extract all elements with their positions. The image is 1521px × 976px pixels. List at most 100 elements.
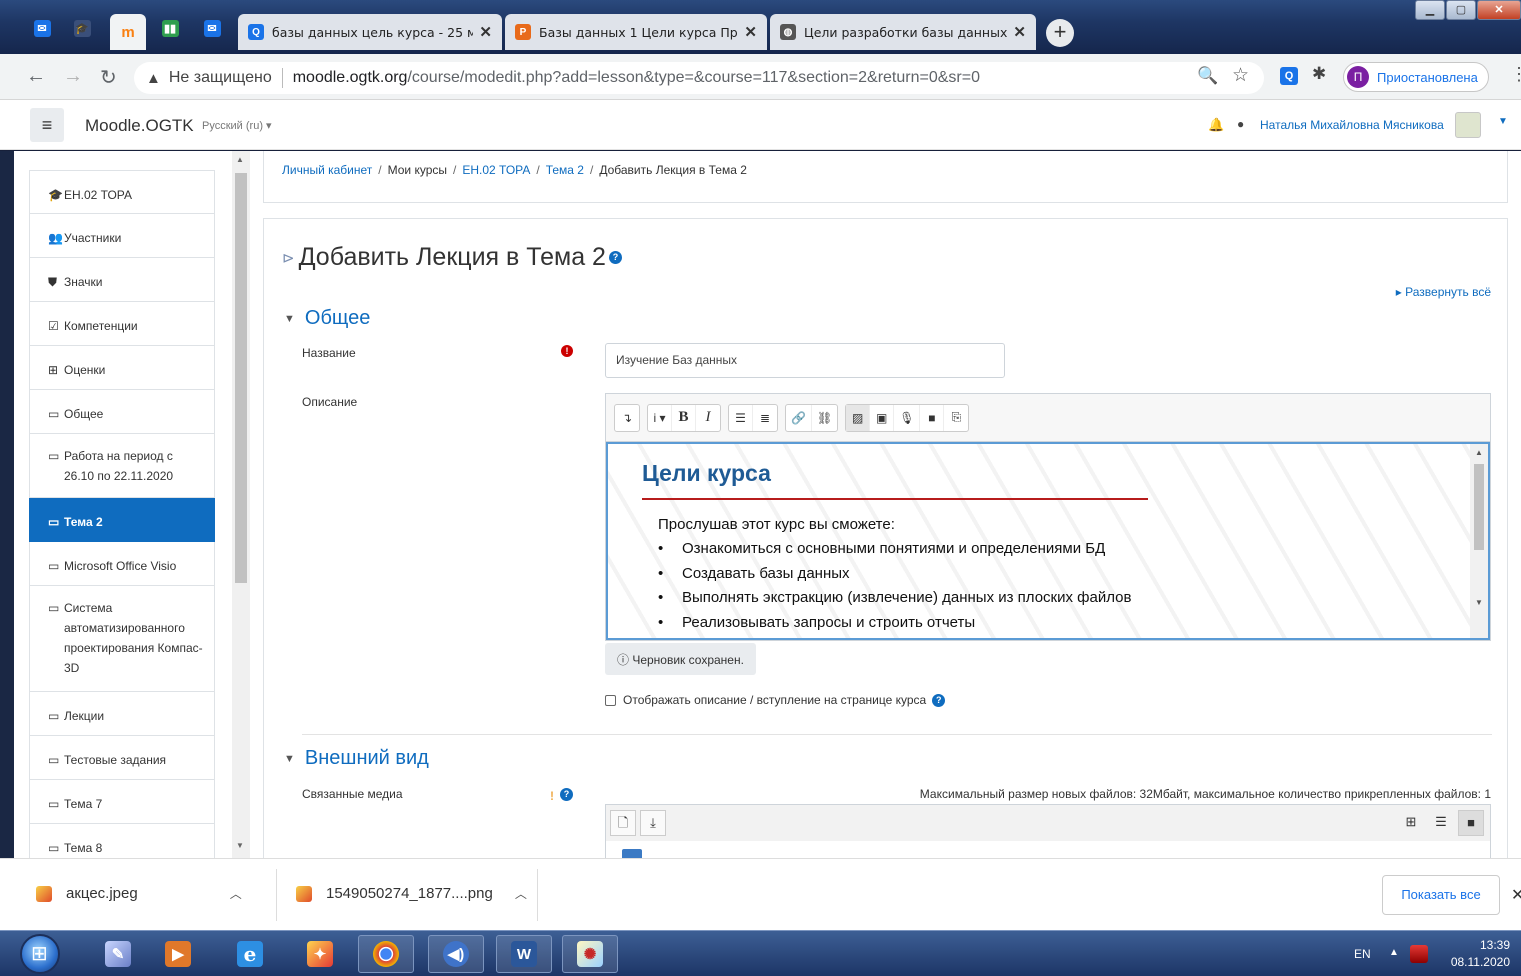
italic-icon[interactable]: I <box>696 405 720 431</box>
sidebar-item[interactable]: ☑ Компетенции <box>29 302 215 346</box>
hamburger-menu-icon[interactable]: ≡ <box>30 108 64 142</box>
sidebar-item[interactable]: 👥 Участники <box>29 214 215 258</box>
sidebar-item[interactable]: ▭ Работа на период с 26.10 по 22.11.2020 <box>29 434 215 498</box>
pinned-tab-graduation[interactable]: 🎓 <box>64 14 100 42</box>
sidebar-item[interactable]: 🎓 ЕН.02 ТОРА <box>29 170 215 214</box>
tab-slides[interactable]: P Базы данных 1 Цели курса Про ✕ <box>505 14 767 50</box>
sidebar-item[interactable]: ⛊ Значки <box>29 258 215 302</box>
sidebar-item[interactable]: ▭ Общее <box>29 390 215 434</box>
sidebar-scrollbar[interactable]: ▲ ▼ <box>232 151 250 858</box>
show-description-checkbox[interactable]: Отображать описание / вступление на стра… <box>605 693 946 707</box>
add-file-icon[interactable]: 🗋 <box>610 810 636 836</box>
sidebar-item[interactable]: ▭ Лекции <box>29 692 215 736</box>
language-indicator[interactable]: EN <box>1354 947 1371 961</box>
expand-all-link[interactable]: ▸ Развернуть всё <box>1396 285 1491 299</box>
user-avatar[interactable] <box>1455 112 1481 138</box>
chat-icon[interactable]: ● <box>1237 117 1244 131</box>
taskbar-app-ie[interactable]: e <box>222 935 278 973</box>
tray-app-icon[interactable] <box>1410 945 1428 963</box>
manage-files-icon[interactable]: ⎘ <box>944 405 968 431</box>
site-name[interactable]: Moodle.OGTK <box>85 116 194 136</box>
user-name[interactable]: Наталья Михайловна Мясникова <box>1260 118 1444 132</box>
forward-arrow-icon[interactable]: → <box>63 65 83 88</box>
taskbar-app-paint-brush[interactable]: ✦ <box>292 935 348 973</box>
bookmark-star-icon[interactable]: ☆ <box>1232 64 1249 87</box>
taskbar-app-word[interactable]: W <box>496 935 552 973</box>
chevron-up-icon[interactable]: ︿ <box>230 885 242 902</box>
taskbar-app-tools[interactable]: ✎ <box>90 935 146 973</box>
taskbar-app-paint[interactable]: ✺ <box>562 935 618 973</box>
sidebar-item[interactable]: ▭ Система автоматизированного проектирова… <box>29 586 215 692</box>
start-button[interactable] <box>20 934 60 974</box>
pinned-tab-boards[interactable]: ▮▮ <box>152 14 188 42</box>
breadcrumb-section[interactable]: Тема 2 <box>546 163 584 177</box>
minimize-button[interactable]: ▁ <box>1415 0 1445 20</box>
microphone-icon[interactable]: 🎙 <box>894 404 921 431</box>
grid-view-icon[interactable]: ⊞ <box>1398 810 1424 836</box>
bell-icon[interactable]: 🔔 <box>1208 117 1224 133</box>
sidebar-item[interactable]: ▭ Тестовые задания <box>29 736 215 780</box>
name-input[interactable]: Изучение Баз данных <box>605 343 1005 378</box>
tree-view-icon[interactable]: ■ <box>1458 810 1484 836</box>
window-close-button[interactable]: ✕ <box>1477 0 1521 20</box>
sidebar-item[interactable]: ▭ Microsoft Office Visio <box>29 542 215 586</box>
paragraph-style-icon[interactable]: i ▾ <box>648 404 672 431</box>
tab-article[interactable]: ◍ Цели разработки базы данных . ✕ <box>770 14 1036 50</box>
new-tab-button[interactable]: + <box>1046 19 1074 47</box>
unlink-icon[interactable]: ⛓ <box>812 405 837 431</box>
pinned-tab-moodle[interactable]: m <box>110 14 146 50</box>
help-icon[interactable]: ? <box>560 788 573 801</box>
tray-expand-icon[interactable]: ▲ <box>1389 947 1399 958</box>
zoom-icon[interactable]: 🔍 <box>1197 66 1218 86</box>
help-icon[interactable]: ? <box>932 693 946 707</box>
show-all-downloads-button[interactable]: Показать все <box>1382 875 1500 915</box>
video-camera-icon[interactable]: ■ <box>920 404 945 431</box>
maximize-button[interactable]: ▢ <box>1446 0 1476 20</box>
download-item[interactable]: 1549050274_1877....png ︿ <box>296 885 527 902</box>
close-icon[interactable]: ✕ <box>744 23 757 41</box>
scroll-down-icon[interactable]: ▼ <box>1475 598 1483 607</box>
address-bar[interactable]: ▲ Не защищено moodle.ogtk.org /course/mo… <box>134 62 1264 94</box>
menu-kebab-icon[interactable]: ⋮ <box>1510 64 1521 85</box>
breadcrumb-course[interactable]: ЕН.02 ТОРА <box>462 163 530 177</box>
tab-search[interactable]: Q базы данных цель курса - 25 мл ✕ <box>238 14 502 50</box>
download-item[interactable]: акцес.jpeg ︿ <box>36 885 242 902</box>
chevron-up-icon[interactable]: ︿ <box>515 885 527 902</box>
breadcrumb-my-courses[interactable]: Мои курсы <box>388 163 447 177</box>
sidebar-item[interactable]: ▭ Тема 7 <box>29 780 215 824</box>
sidebar-item[interactable]: ▭ Тема 2 <box>29 498 215 542</box>
taskbar-app-chrome[interactable] <box>358 935 414 973</box>
section-general-header[interactable]: ▼ Общее <box>284 307 370 330</box>
media-file-icon[interactable]: ▣ <box>870 404 895 431</box>
scroll-thumb[interactable] <box>1474 464 1484 550</box>
scroll-up-icon[interactable]: ▲ <box>1475 448 1483 457</box>
system-clock[interactable]: 13:39 08.11.2020 <box>1446 937 1510 971</box>
chevron-down-icon[interactable]: ▼ <box>1498 116 1508 127</box>
scroll-thumb[interactable] <box>235 173 247 583</box>
numbered-list-icon[interactable]: ≣ <box>753 405 777 431</box>
taskbar-app-media[interactable]: ▶ <box>150 935 206 973</box>
close-icon[interactable]: ✕ <box>1511 885 1521 905</box>
extensions-puzzle-icon[interactable]: ✱ <box>1312 64 1326 84</box>
close-icon[interactable]: ✕ <box>1013 23 1026 41</box>
download-icon[interactable]: ⤓ <box>640 810 666 836</box>
list-view-icon[interactable]: ☰ <box>1428 810 1454 836</box>
back-arrow-icon[interactable]: ← <box>26 65 46 88</box>
taskbar-app-audio[interactable]: ◀) <box>428 935 484 973</box>
collapse-toolbar-icon[interactable]: ↴ <box>615 405 639 431</box>
editor-content-area[interactable]: Цели курса Прослушав этот курс вы сможет… <box>606 442 1490 640</box>
scroll-down-icon[interactable]: ▼ <box>236 841 244 850</box>
sidebar-item[interactable]: ⊞ Оценки <box>29 346 215 390</box>
reload-icon[interactable]: ↻ <box>100 65 117 90</box>
pinned-tab-mail[interactable]: ✉ <box>24 14 60 42</box>
image-icon[interactable]: ▨ <box>846 404 871 431</box>
extension-search-icon[interactable]: Q <box>1280 67 1298 85</box>
bold-icon[interactable]: B <box>672 404 696 431</box>
bullet-list-icon[interactable]: ☰ <box>729 404 753 431</box>
checkbox[interactable] <box>605 694 616 706</box>
breadcrumb-dashboard[interactable]: Личный кабинет <box>282 163 372 177</box>
editor-scrollbar[interactable]: ▲ ▼ <box>1470 444 1488 638</box>
pinned-tab-mail2[interactable]: ✉ <box>194 14 230 42</box>
profile-button[interactable]: П Приостановлена <box>1343 62 1489 92</box>
help-icon[interactable]: ? <box>608 251 622 264</box>
